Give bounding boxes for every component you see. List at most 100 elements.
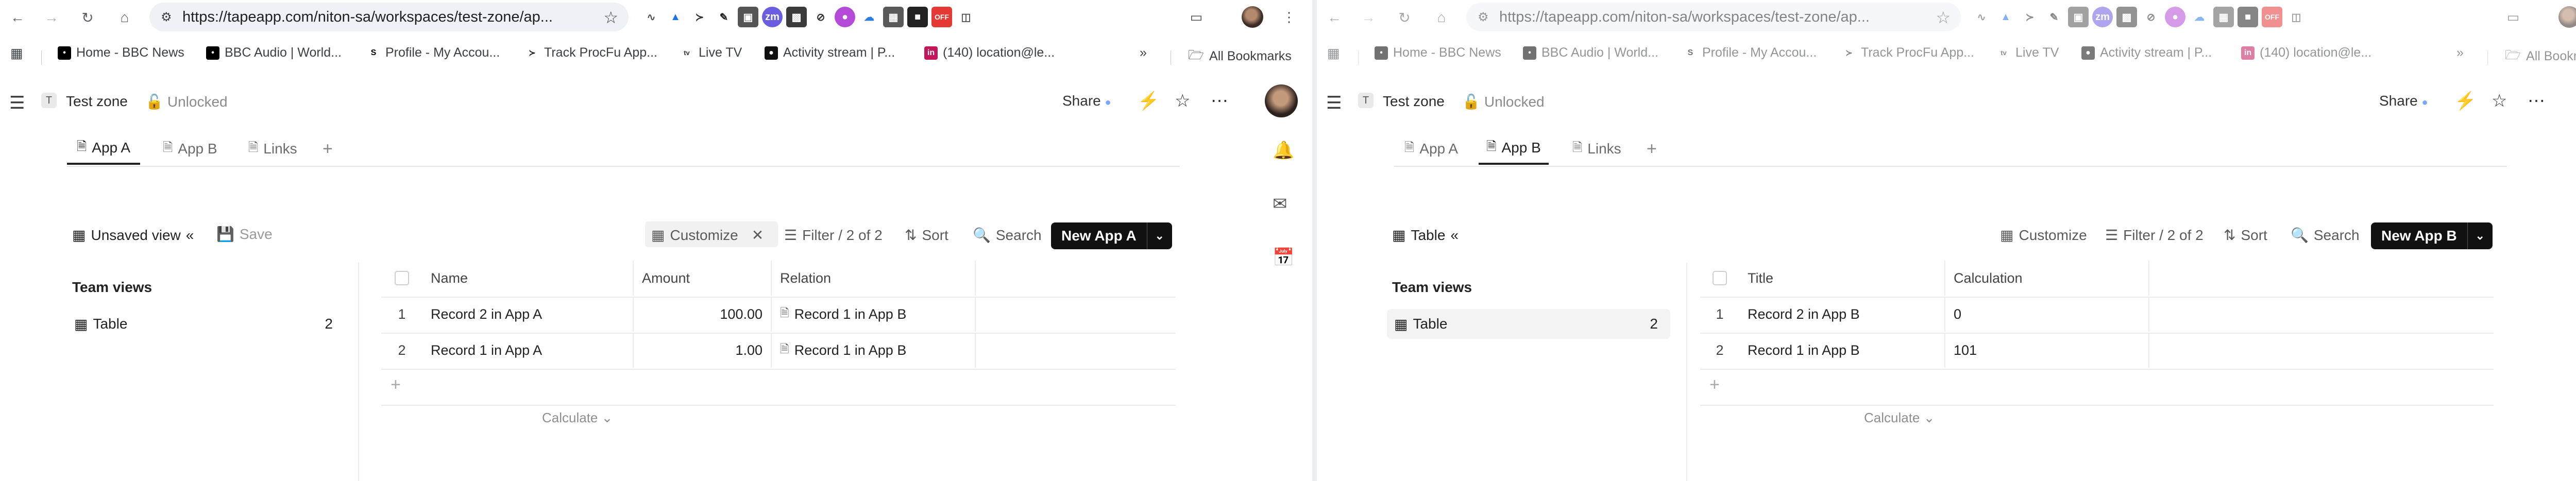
star-icon[interactable]: ☆ xyxy=(2492,91,2507,111)
hamburger-icon[interactable]: ☰ xyxy=(9,93,25,113)
off-badge-icon[interactable]: OFF xyxy=(931,7,952,27)
all-bookmarks[interactable]: 🗁All Bookmarks xyxy=(1188,45,1292,67)
close-icon[interactable]: ✕ xyxy=(752,227,764,244)
table-row[interactable]: 1 Record 2 in App B 0 xyxy=(1700,297,2494,334)
extension-icon[interactable]: ■ xyxy=(907,7,928,27)
extension-icon[interactable]: zm xyxy=(2092,7,2113,27)
table-row[interactable]: 1 Record 2 in App A 100.00 🗎 Record 1 in … xyxy=(381,297,1176,334)
extension-icon[interactable]: ≻ xyxy=(2020,7,2040,27)
amount-cell[interactable]: 100.00 xyxy=(634,297,772,332)
extension-icon[interactable]: ▦ xyxy=(883,7,904,27)
extension-icon[interactable]: zm xyxy=(762,7,783,27)
bookmarks-overflow-icon[interactable]: » xyxy=(1140,45,1147,60)
tab-app-b[interactable]: 🗎 App B xyxy=(1479,133,1549,165)
mail-icon[interactable]: ✉ xyxy=(1273,194,1287,214)
filter-button[interactable]: ☰ Filter / 2 of 2 xyxy=(784,227,883,244)
sidepanel-icon[interactable]: ▭ xyxy=(1185,6,1208,28)
new-record-button[interactable]: New App B ⌄ xyxy=(2371,222,2493,249)
customize-label[interactable]: ▦ Customize ✕ xyxy=(651,227,764,244)
filter-button[interactable]: ☰ Filter / 2 of 2 xyxy=(2105,227,2204,244)
name-cell[interactable]: Record 2 in App A xyxy=(422,297,634,332)
home-icon[interactable]: ⌂ xyxy=(1431,7,1452,28)
drive-icon[interactable]: ▲ xyxy=(1995,7,2016,27)
off-badge-icon[interactable]: OFF xyxy=(2262,7,2282,27)
column-header[interactable]: Title xyxy=(1739,261,1945,296)
bookmark-item[interactable]: ≻ Track ProcFu App... xyxy=(1842,45,1974,60)
sidebar-item-table[interactable]: ▦ Table 2 xyxy=(67,309,345,339)
more-icon[interactable]: ⋯ xyxy=(2528,91,2545,111)
bookmark-item[interactable]: in (140) location@le... xyxy=(924,45,1055,60)
bookmark-item[interactable]: S Profile - My Accou... xyxy=(367,45,500,60)
title-cell[interactable]: Record 2 in App B xyxy=(1739,297,1945,332)
tab-links[interactable]: 🗎 Links xyxy=(1572,133,1621,165)
column-header[interactable]: Relation xyxy=(772,261,976,296)
extension-icon[interactable]: ● xyxy=(835,7,855,27)
puzzle-icon[interactable]: ◫ xyxy=(956,7,976,27)
share-button[interactable]: Share ● xyxy=(1062,93,1111,109)
user-avatar[interactable] xyxy=(1265,84,1298,117)
add-row-icon[interactable]: + xyxy=(391,375,401,395)
bookmark-star-icon[interactable]: ☆ xyxy=(1936,8,1951,27)
customize-button[interactable]: ▦ Customize xyxy=(2000,227,2087,244)
bookmark-item[interactable]: ● Activity stream | P... xyxy=(2081,45,2212,60)
column-header[interactable]: Calculation xyxy=(1945,261,2149,296)
extension-icon[interactable]: ▦ xyxy=(2213,7,2234,27)
home-icon[interactable]: ⌂ xyxy=(114,7,135,28)
eyedropper-icon[interactable]: ✎ xyxy=(714,7,734,27)
extension-icon[interactable]: ≻ xyxy=(689,7,710,27)
workspace-name[interactable]: Test zone xyxy=(1383,93,1445,110)
view-title[interactable]: ▦ Unsaved view « xyxy=(72,227,194,244)
extension-icon[interactable]: ▣ xyxy=(738,7,758,27)
reload-icon[interactable]: ↻ xyxy=(1394,7,1415,28)
extension-icon[interactable]: ⊘ xyxy=(2141,7,2161,27)
search-button[interactable]: 🔍 Search xyxy=(2291,227,2360,244)
bookmark-item[interactable]: S Profile - My Accou... xyxy=(1684,45,1817,60)
sidebar-item-table[interactable]: ▦ Table 2 xyxy=(1387,309,1670,339)
menu-icon[interactable]: ⋮ xyxy=(1278,6,1300,28)
calculate-button[interactable]: Calculate ⌄ xyxy=(542,410,613,426)
automation-icon[interactable]: ⚡ xyxy=(1138,91,1159,111)
bell-icon[interactable]: 🔔 xyxy=(1273,140,1294,161)
sidepanel-icon[interactable]: ▭ xyxy=(2502,6,2524,28)
hamburger-icon[interactable]: ☰ xyxy=(1326,93,1342,113)
star-icon[interactable]: ☆ xyxy=(1175,91,1190,111)
reload-icon[interactable]: ↻ xyxy=(77,7,98,28)
puzzle-icon[interactable]: ◫ xyxy=(2286,7,2307,27)
amount-cell[interactable]: 1.00 xyxy=(634,333,772,368)
add-row[interactable]: + xyxy=(381,369,1176,406)
sort-button[interactable]: ⇅ Sort xyxy=(905,227,948,244)
table-row[interactable]: 2 Record 1 in App A 1.00 🗎 Record 1 in Ap… xyxy=(381,333,1176,370)
site-settings-icon[interactable]: ⚙ xyxy=(1478,10,1490,25)
profile-avatar[interactable] xyxy=(1242,6,1263,28)
calculate-button[interactable]: Calculate ⌄ xyxy=(1864,410,1935,426)
calendar-icon[interactable]: 📅 xyxy=(1273,247,1294,268)
bookmarks-overflow-icon[interactable]: » xyxy=(2456,45,2464,60)
tab-links[interactable]: 🗎 Links xyxy=(248,133,297,165)
add-tab-icon[interactable]: + xyxy=(323,139,333,159)
cloud-icon[interactable]: ☁ xyxy=(2189,7,2210,27)
extension-icon[interactable]: ■ xyxy=(2238,7,2258,27)
bookmark-item[interactable]: • Home - BBC News xyxy=(1375,45,1501,60)
chevron-down-icon[interactable]: ⌄ xyxy=(2467,222,2493,249)
save-button[interactable]: 💾 Save xyxy=(216,226,273,243)
view-title[interactable]: ▦ Table « xyxy=(1392,227,1459,244)
bookmark-item[interactable]: ≻ Track ProcFu App... xyxy=(526,45,657,60)
bookmark-item[interactable]: in (140) location@le... xyxy=(2241,45,2371,60)
chevron-down-icon[interactable]: ⌄ xyxy=(1146,222,1172,249)
automation-icon[interactable]: ⚡ xyxy=(2454,91,2476,111)
tab-app-a[interactable]: 🗎 App A xyxy=(1404,133,1458,165)
profile-avatar[interactable] xyxy=(2558,6,2576,28)
table-row[interactable]: 2 Record 1 in App B 101 xyxy=(1700,333,2494,370)
add-tab-icon[interactable]: + xyxy=(1647,139,1657,159)
column-header[interactable]: Name xyxy=(422,261,634,296)
calculation-cell[interactable]: 101 xyxy=(1945,333,2149,368)
bookmark-item[interactable]: • BBC Audio | World... xyxy=(1523,45,1658,60)
site-settings-icon[interactable]: ⚙ xyxy=(161,10,173,25)
extension-icon[interactable]: ⊘ xyxy=(810,7,831,27)
cloud-icon[interactable]: ☁ xyxy=(859,7,879,27)
apps-grid-icon[interactable]: ▦ xyxy=(10,45,23,61)
apps-grid-icon[interactable]: ▦ xyxy=(1327,45,1340,61)
tab-app-a[interactable]: 🗎 App A xyxy=(67,133,140,165)
address-bar[interactable]: ⚙ https://tapeapp.com/niton-sa/workspace… xyxy=(1466,3,1961,31)
bookmark-item[interactable]: tv Live TV xyxy=(680,45,742,60)
